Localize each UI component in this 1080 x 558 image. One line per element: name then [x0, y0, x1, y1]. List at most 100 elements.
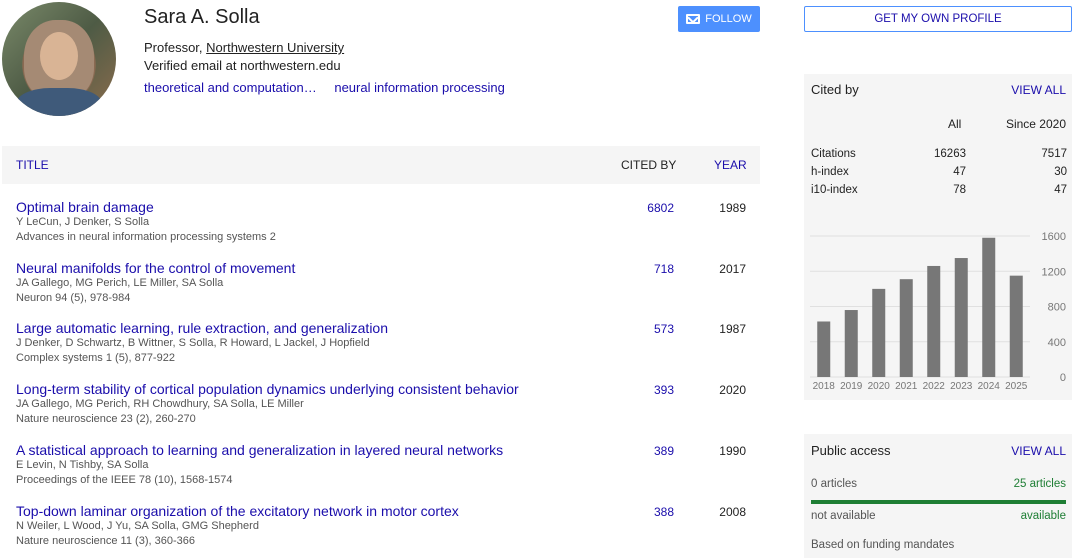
chart-bar-2019[interactable] [844, 310, 858, 377]
article-authors: JA Gallego, MG Perich, RH Chowdhury, SA … [16, 398, 304, 410]
chart-bar-2022[interactable] [927, 265, 941, 377]
stat-row-h-index: h-index 47 30 [811, 166, 1067, 184]
stat-all: 47 [953, 166, 966, 178]
pa-available-label: available [1020, 510, 1066, 522]
citations-chart-panel: 1600 1200 800 400 0 2018 2019 2020 2021 2022 2023 2… [804, 222, 1072, 400]
stat-since: 47 [1054, 184, 1067, 196]
col-all: All [948, 117, 962, 131]
stat-row-citations: Citations 16263 7517 [811, 148, 1067, 166]
profile-affiliation: Professor, Northwestern University [144, 40, 344, 55]
article-year: 1990 [719, 444, 746, 458]
chart-x-tick-label: 2021 [895, 381, 918, 392]
article-title[interactable]: Large automatic learning, rule extractio… [16, 320, 388, 336]
chart-bar-2024[interactable] [982, 237, 996, 377]
pa-available-count: 25 articles [1013, 478, 1066, 490]
article-venue: Advances in neural information processin… [16, 231, 276, 243]
pa-not-available-label: not available [811, 510, 876, 522]
stat-row-i10-index: i10-index 78 47 [811, 184, 1067, 202]
institution-link[interactable]: Northwestern University [206, 40, 344, 55]
article-title[interactable]: Optimal brain damage [16, 199, 154, 215]
article-title[interactable]: Long-term stability of cortical populati… [16, 381, 519, 397]
profile-name: Sara A. Solla [144, 6, 260, 28]
article-title[interactable]: Top-down laminar organization of the exc… [16, 503, 459, 519]
articles-header: TITLE CITED BY YEAR [2, 146, 760, 184]
stat-name: h-index [811, 166, 849, 178]
cited-by-view-all[interactable]: VIEW ALL [1011, 83, 1066, 97]
sort-year[interactable]: YEAR [714, 158, 747, 172]
stats-table: Citations 16263 7517 h-index 47 30 i10-i… [804, 142, 1072, 222]
citations-bar-chart: 1600 1200 800 400 0 2018 2019 2020 2021 2022 2023 2… [810, 231, 1066, 392]
article-cites[interactable]: 6802 [614, 201, 674, 215]
public-access-body: 0 articles 25 articles not available ava… [804, 466, 1072, 558]
pa-not-available-count: 0 articles [811, 478, 858, 490]
chart-bar-2021[interactable] [899, 279, 913, 377]
chart-bar-2020[interactable] [872, 288, 886, 377]
article-authors: Y LeCun, J Denker, S Solla [16, 216, 150, 228]
chart-x-tick-label: 2018 [813, 381, 836, 392]
chart-x-tick-label: 2020 [868, 381, 891, 392]
article-cites[interactable]: 718 [614, 262, 674, 276]
article-cites[interactable]: 393 [614, 383, 674, 397]
article-venue: Proceedings of the IEEE 78 (10), 1568-15… [16, 474, 233, 486]
interests-list: theoretical and computation… neural info… [144, 80, 519, 95]
sort-cited-by[interactable]: CITED BY [621, 158, 676, 172]
follow-button[interactable]: FOLLOW [678, 6, 760, 32]
chart-bar-2025[interactable] [1009, 275, 1023, 377]
stat-all: 16263 [934, 148, 966, 160]
stat-since: 7517 [1041, 148, 1067, 160]
profile-photo [2, 2, 116, 116]
cited-by-header: Cited by VIEW ALL [804, 74, 1072, 106]
article-cites[interactable]: 388 [614, 505, 674, 519]
article-venue: Neuron 94 (5), 978-984 [16, 292, 131, 304]
pa-progress-bar [811, 500, 1066, 504]
article-venue: Complex systems 1 (5), 877-922 [16, 352, 175, 364]
chart-bar-2023[interactable] [954, 258, 968, 377]
sort-title[interactable]: TITLE [16, 158, 49, 172]
col-since: Since 2020 [1005, 117, 1066, 131]
chart-y-tick-label: 0 [1060, 372, 1066, 384]
cited-by-label: Cited by [811, 82, 859, 97]
follow-label: FOLLOW [705, 13, 752, 25]
stat-all: 78 [953, 184, 966, 196]
role: Professor, [144, 40, 207, 55]
article-row: A statistical approach to learning and g… [16, 442, 760, 500]
chart-y-tick-label: 800 [1048, 302, 1066, 314]
article-cites[interactable]: 389 [614, 444, 674, 458]
article-year: 2020 [719, 383, 746, 397]
chart-x-tick-label: 2023 [950, 381, 973, 392]
chart-y-tick-label: 1200 [1042, 266, 1066, 278]
chart-x-tick-label: 2022 [923, 381, 946, 392]
article-row: Long-term stability of cortical populati… [16, 381, 760, 439]
chart-x-tick-label: 2025 [1005, 381, 1028, 392]
article-venue: Nature neuroscience 11 (3), 360-366 [16, 535, 195, 547]
article-year: 2017 [719, 262, 746, 276]
stats-columns: All Since 2020 [804, 106, 1072, 142]
article-authors: N Weiler, L Wood, J Yu, SA Solla, GMG Sh… [16, 520, 259, 532]
public-access-label: Public access [811, 443, 891, 458]
article-authors: E Levin, N Tishby, SA Solla [16, 459, 149, 471]
chart-y-tick-label: 1600 [1042, 231, 1066, 243]
profile-email: Verified email at northwestern.edu [144, 58, 341, 73]
article-row: Optimal brain damage Y LeCun, J Denker, … [16, 199, 760, 257]
public-access-view-all[interactable]: VIEW ALL [1011, 444, 1066, 458]
interest-link-0[interactable]: theoretical and computation… [144, 80, 317, 95]
article-title[interactable]: A statistical approach to learning and g… [16, 442, 503, 458]
article-year: 1989 [719, 201, 746, 215]
interest-link-1[interactable]: neural information processing [334, 80, 505, 95]
stat-name: i10-index [811, 184, 858, 196]
article-authors: JA Gallego, MG Perich, LE Miller, SA Sol… [16, 277, 224, 289]
article-row: Top-down laminar organization of the exc… [16, 503, 760, 558]
chart-y-tick-label: 400 [1048, 337, 1066, 349]
follow-mail-icon [686, 14, 701, 24]
article-year: 2008 [719, 505, 746, 519]
chart-bar-2018[interactable] [817, 321, 831, 377]
chart-x-tick-label: 2024 [978, 381, 1001, 392]
public-access-header: Public access VIEW ALL [804, 434, 1072, 466]
chart-x-tick-label: 2019 [840, 381, 863, 392]
article-cites[interactable]: 573 [614, 322, 674, 336]
article-title[interactable]: Neural manifolds for the control of move… [16, 260, 295, 276]
article-year: 1987 [719, 322, 746, 336]
stat-name: Citations [811, 148, 856, 160]
article-row: Large automatic learning, rule extractio… [16, 320, 760, 378]
get-my-own-profile-button[interactable]: GET MY OWN PROFILE [804, 6, 1072, 32]
